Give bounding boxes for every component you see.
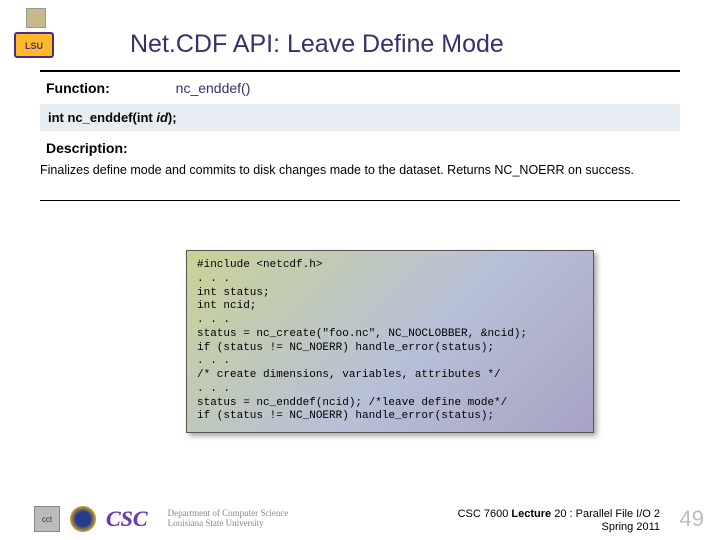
description-text: Finalizes define mode and commits to dis… [40,162,680,178]
term: Spring 2011 [458,521,660,534]
signature-suffix: ); [168,110,177,125]
footer-logos: cct CSC Department of Computer Science L… [34,506,288,532]
course-rest: 20 : Parallel File I/O 2 [551,508,660,520]
code-example: #include <netcdf.h> . . . int status; in… [186,250,594,433]
lsu-logo: LSU [14,8,58,64]
lsu-badge: LSU [14,32,54,58]
footer: cct CSC Department of Computer Science L… [0,500,720,540]
title-divider [40,70,680,72]
signature-prefix: int nc_enddef(int [48,110,156,125]
description-label: Description: [46,140,128,156]
slide-title: Net.CDF API: Leave Define Mode [130,30,504,59]
nsf-logo-icon [70,506,96,532]
signature-box: int nc_enddef(int id); [40,104,680,131]
function-name: nc_enddef() [176,80,251,96]
csc-logo: CSC [106,506,148,532]
course-bold: Lecture [511,508,551,520]
page-number: 49 [680,506,704,532]
function-label: Function: [46,80,110,96]
department-text: Department of Computer Science Louisiana… [168,509,289,529]
tower-icon [26,8,46,28]
function-row: Function: nc_enddef() [46,80,250,96]
course-prefix: CSC 7600 [458,508,512,520]
dept-line2: Louisiana State University [168,519,289,529]
signature-param: id [156,110,168,125]
course-info: CSC 7600 Lecture 20 : Parallel File I/O … [458,508,660,534]
description-divider [40,200,680,201]
cct-logo-icon: cct [34,506,60,532]
